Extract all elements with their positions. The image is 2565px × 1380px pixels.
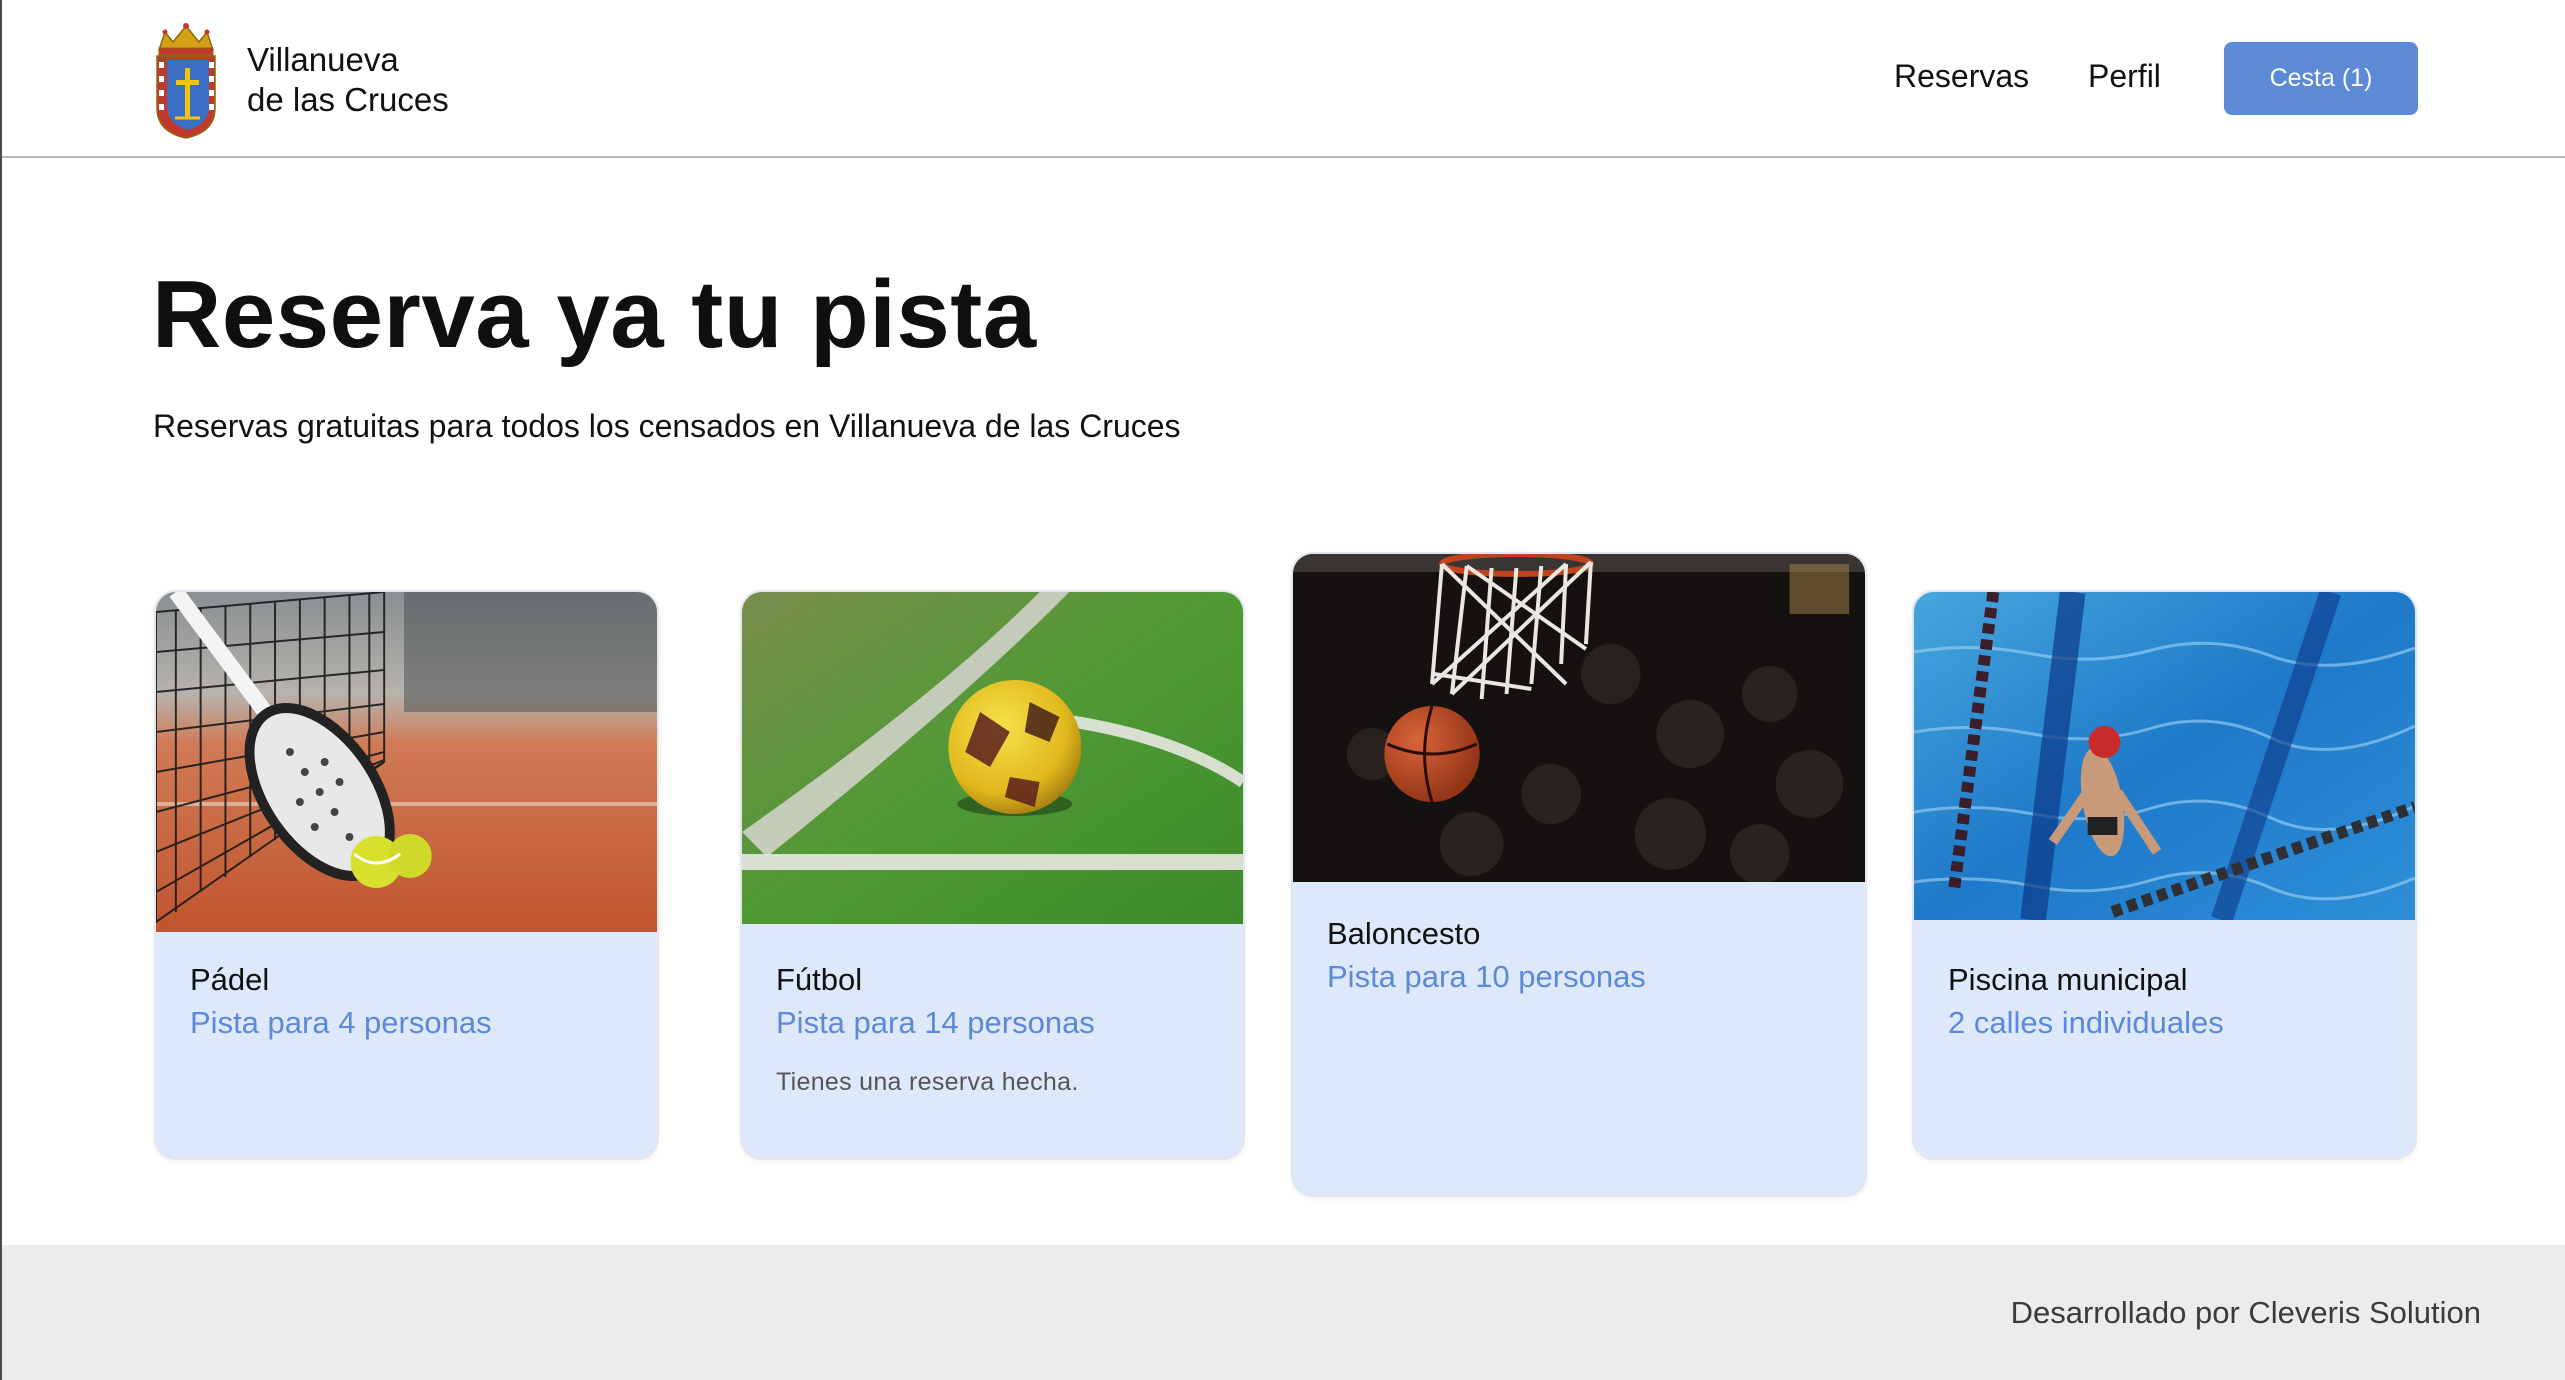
brand-line-2: de las Cruces (247, 81, 449, 118)
site-header: Villanueva de las Cruces Reservas Perfil… (2, 0, 2565, 158)
card-title: Baloncesto (1327, 916, 1481, 951)
card-title: Fútbol (776, 962, 863, 997)
site-footer: Desarrollado por Cleveris Solution (2, 1245, 2565, 1380)
swimming-pool-photo (1914, 592, 2415, 920)
facility-card-futbol[interactable]: Fútbol Pista para 14 personas Tienes una… (740, 590, 1245, 1160)
facility-card-piscina[interactable]: Piscina municipal 2 calles individuales (1912, 590, 2417, 1160)
basketball-hoop-photo (1293, 554, 1865, 882)
coat-of-arms-icon (156, 23, 216, 139)
card-title: Piscina municipal (1948, 962, 2188, 997)
card-body: Pádel Pista para 4 personas (156, 932, 657, 1046)
card-capacity: 2 calles individuales (1948, 1005, 2224, 1040)
reservation-note: Tienes una reserva hecha. (776, 1068, 1079, 1096)
card-capacity: Pista para 10 personas (1327, 959, 1646, 994)
page-subtitle: Reservas gratuitas para todos los censad… (153, 408, 1181, 444)
card-body: Baloncesto Pista para 10 personas (1293, 882, 1865, 1000)
facility-card-baloncesto[interactable]: Baloncesto Pista para 10 personas (1291, 552, 1867, 1197)
brand[interactable]: Villanueva de las Cruces (151, 20, 449, 140)
card-body: Fútbol Pista para 14 personas Tienes una… (742, 924, 1243, 1097)
football-pitch-photo (742, 592, 1243, 924)
cart-button[interactable]: Cesta (1) (2224, 42, 2418, 115)
brand-line-1: Villanueva (247, 41, 399, 78)
card-title: Pádel (190, 962, 270, 997)
page-title: Reserva ya tu pista (152, 261, 1037, 368)
footer-credits: Desarrollado por Cleveris Solution (2010, 1295, 2481, 1330)
nav-perfil-link[interactable]: Perfil (2088, 58, 2161, 95)
card-body: Piscina municipal 2 calles individuales (1914, 920, 2415, 1046)
padel-court-photo (156, 592, 657, 932)
card-capacity: Pista para 14 personas (776, 1005, 1095, 1040)
nav-reservas-link[interactable]: Reservas (1894, 58, 2029, 95)
facility-card-padel[interactable]: Pádel Pista para 4 personas (154, 590, 659, 1160)
card-capacity: Pista para 4 personas (190, 1005, 492, 1040)
brand-name: Villanueva de las Cruces (247, 40, 449, 120)
